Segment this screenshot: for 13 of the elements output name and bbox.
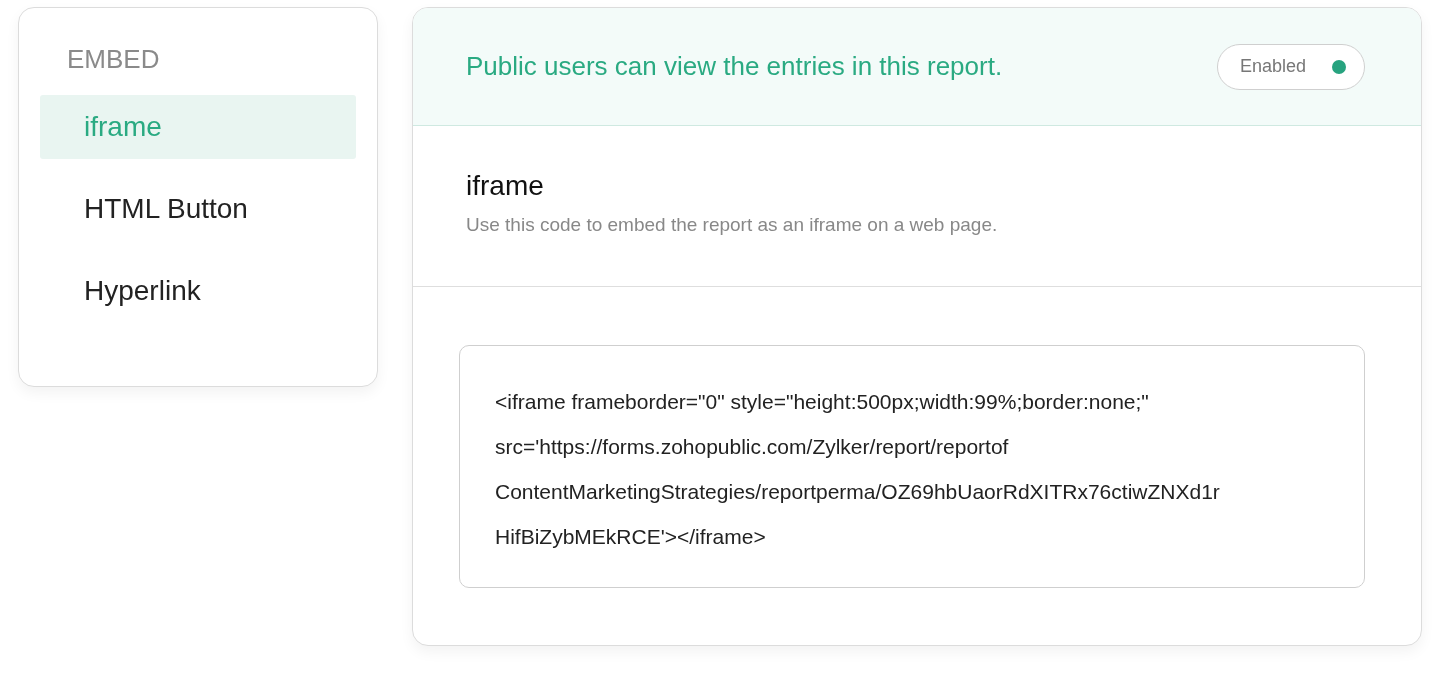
status-dot-icon: [1332, 59, 1346, 74]
section-title: iframe: [466, 170, 545, 202]
code-line: ContentMarketingStrategies/reportperma/OZ69hbUaorRdXITRx76ctiwZNXd1r: [495, 479, 1221, 505]
sidebar-item[interactable]: HTML Button: [40, 177, 356, 241]
sidebar-heading: EMBED: [66, 44, 161, 75]
code-line: HifBiZybMEkRCE'></iframe>: [495, 524, 767, 550]
sidebar-item[interactable]: Hyperlink: [40, 259, 356, 323]
code-line: <iframe frameborder="0" style="height:500px;width:99%;border:none;": [495, 389, 1150, 415]
code-line: src='https://forms.zohopublic.com/Zylker/report/reportof: [495, 434, 1010, 460]
embed-code-box[interactable]: [459, 345, 1365, 588]
access-message: Public users can view the entries in this report.: [466, 51, 1003, 82]
enabled-toggle[interactable]: Enabled: [1216, 43, 1365, 90]
section-description: Use this code to embed the report as an iframe on a web page.: [466, 214, 999, 236]
